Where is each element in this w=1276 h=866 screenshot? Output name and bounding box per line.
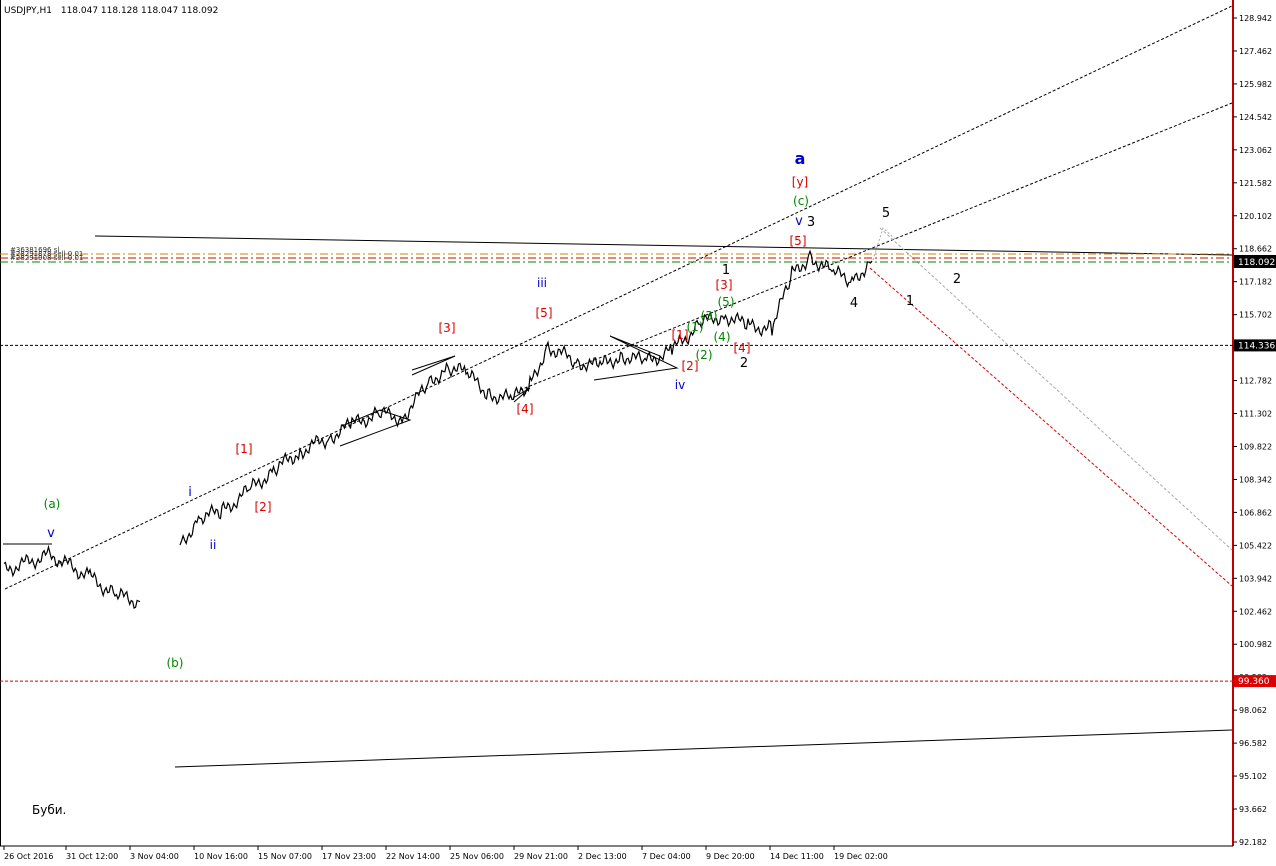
chart-background bbox=[0, 0, 1276, 866]
price-tick-label: 111.302 bbox=[1239, 410, 1272, 419]
chart-header: USDJPY,H1 118.047 118.128 118.047 118.09… bbox=[4, 6, 218, 16]
time-tick-label: 7 Dec 04:00 bbox=[642, 852, 691, 861]
wave-label: [1] bbox=[672, 328, 689, 342]
order-label-3: #28291908 sell 0.01 bbox=[10, 254, 83, 262]
time-tick-label: 17 Nov 23:00 bbox=[322, 852, 376, 861]
wave-label: [y] bbox=[792, 175, 808, 189]
price-tick-label: 121.582 bbox=[1239, 179, 1272, 188]
price-tick-label: 108.342 bbox=[1239, 475, 1272, 484]
footer-note: Буби. bbox=[32, 803, 66, 817]
price-tick-label: 120.102 bbox=[1239, 212, 1272, 221]
time-tick-label: 26 Oct 2016 bbox=[4, 852, 53, 861]
wave-label: [3] bbox=[716, 278, 733, 292]
time-tick-label: 10 Nov 16:00 bbox=[194, 852, 248, 861]
wave-label: v bbox=[47, 526, 55, 541]
price-tick-label: 125.982 bbox=[1239, 80, 1272, 89]
price-tick-label: 103.942 bbox=[1239, 574, 1272, 583]
wave-label: a bbox=[795, 149, 806, 168]
time-tick-label: 2 Dec 13:00 bbox=[578, 852, 627, 861]
current-price-marker: 118.092 bbox=[1234, 255, 1276, 268]
wave-label: 3 bbox=[807, 215, 815, 230]
price-tick-label: 105.422 bbox=[1239, 541, 1272, 550]
wave-label: ii bbox=[210, 538, 217, 552]
time-tick-label: 9 Dec 20:00 bbox=[706, 852, 755, 861]
wave-label: (a) bbox=[44, 497, 61, 511]
wave-label: (5) bbox=[718, 295, 735, 309]
price-tick-label: 102.462 bbox=[1239, 607, 1272, 616]
wave-label: [4] bbox=[517, 402, 534, 416]
wave-label: (b) bbox=[167, 656, 184, 670]
price-tick-label: 127.462 bbox=[1239, 47, 1272, 56]
price-tick-label: 96.582 bbox=[1239, 739, 1267, 748]
price-tick-label: 118.662 bbox=[1239, 245, 1272, 254]
price-tick-label: 115.702 bbox=[1239, 311, 1272, 320]
price-tick-label: 93.662 bbox=[1239, 805, 1267, 814]
price-tick-label: 124.542 bbox=[1239, 113, 1272, 122]
wave-label: (4) bbox=[714, 330, 731, 344]
wave-label: v bbox=[795, 214, 803, 229]
time-tick-label: 29 Nov 21:00 bbox=[514, 852, 568, 861]
price-tick-label: 128.942 bbox=[1239, 14, 1272, 23]
wave-label: 2 bbox=[953, 272, 961, 287]
time-tick-label: 31 Oct 12:00 bbox=[66, 852, 118, 861]
wave-label: [1] bbox=[236, 442, 253, 456]
wave-label: [2] bbox=[682, 359, 699, 373]
wave-label: (1) bbox=[687, 320, 704, 334]
time-tick-label: 3 Nov 04:00 bbox=[130, 852, 179, 861]
wave-label: iii bbox=[537, 276, 547, 290]
wave-label: 2 bbox=[740, 356, 748, 371]
wave-label: i bbox=[188, 485, 192, 500]
time-tick-label: 22 Nov 14:00 bbox=[386, 852, 440, 861]
wave-label: [5] bbox=[536, 306, 553, 320]
wave-label: 4 bbox=[850, 296, 858, 311]
time-tick-label: 19 Dec 02:00 bbox=[834, 852, 888, 861]
price-tick-label: 95.102 bbox=[1239, 772, 1267, 781]
time-tick-label: 25 Nov 06:00 bbox=[450, 852, 504, 861]
price-tick-label: 109.822 bbox=[1239, 442, 1272, 451]
price-tick-label: 100.982 bbox=[1239, 640, 1272, 649]
level-label: 114.336 bbox=[1238, 341, 1275, 351]
time-tick-label: 14 Dec 11:00 bbox=[770, 852, 824, 861]
price-tick-label: 92.182 bbox=[1239, 838, 1267, 847]
wave-label: [2] bbox=[255, 500, 272, 514]
wave-label: 5 bbox=[882, 206, 890, 221]
wave-label: 1 bbox=[722, 263, 730, 278]
price-tick-label: 106.862 bbox=[1239, 508, 1272, 517]
price-tick-label: 123.062 bbox=[1239, 146, 1272, 155]
symbol-timeframe: USDJPY,H1 bbox=[4, 6, 52, 16]
price-tick-label: 117.182 bbox=[1239, 278, 1272, 287]
wave-label: 1 bbox=[906, 294, 914, 309]
current-price-label: 118.092 bbox=[1238, 258, 1275, 268]
wave-label: [3] bbox=[439, 321, 456, 335]
ohlc-values: 118.047 118.128 118.047 118.092 bbox=[61, 6, 218, 16]
price-tick-label: 98.062 bbox=[1239, 706, 1267, 715]
price-chart[interactable]: USDJPY,H1 118.047 118.128 118.047 118.09… bbox=[0, 0, 1276, 866]
level-label: 99.360 bbox=[1238, 677, 1270, 687]
wave-label: iv bbox=[675, 378, 685, 392]
wave-label: [5] bbox=[790, 234, 807, 248]
time-tick-label: 15 Nov 07:00 bbox=[258, 852, 312, 861]
wave-label: (c) bbox=[793, 194, 809, 208]
price-tick-label: 112.782 bbox=[1239, 377, 1272, 386]
wave-label: [4] bbox=[734, 341, 751, 355]
